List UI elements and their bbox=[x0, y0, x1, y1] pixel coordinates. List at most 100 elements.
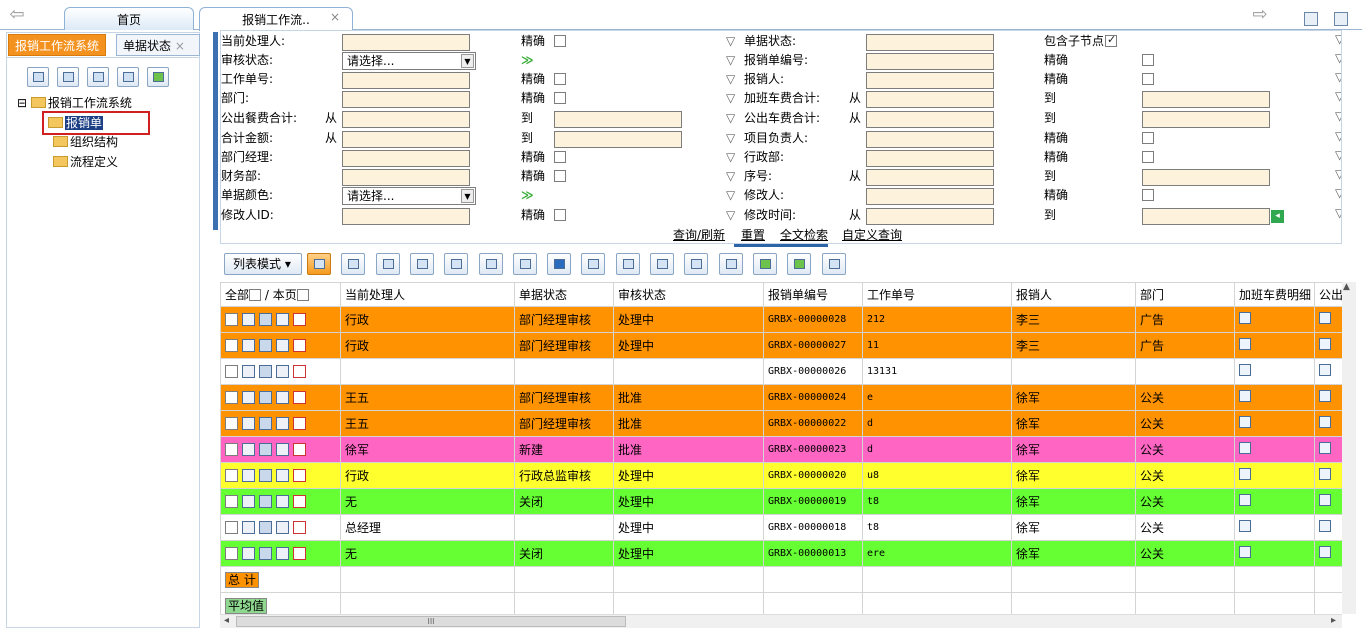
toolbar-add-button[interactable] bbox=[307, 253, 331, 275]
print-icon[interactable] bbox=[259, 312, 272, 326]
print-icon[interactable] bbox=[259, 416, 272, 430]
toolbar-filter-button[interactable] bbox=[650, 253, 674, 275]
print-icon[interactable] bbox=[259, 546, 272, 560]
text-input[interactable] bbox=[866, 131, 994, 148]
back-arrow-icon[interactable]: ⇦ bbox=[6, 5, 28, 25]
table-row[interactable]: 总经理 处理中 GRBX-00000018 t8 徐军 公关 bbox=[220, 514, 1342, 541]
detail-icon[interactable] bbox=[1239, 442, 1251, 454]
print-icon[interactable] bbox=[259, 442, 272, 456]
table-row[interactable]: 无关闭 处理中 GRBX-00000013 ere 徐军 公关 bbox=[220, 540, 1342, 567]
text-input[interactable] bbox=[866, 111, 994, 128]
chevron-down-icon[interactable]: ▼ bbox=[461, 189, 474, 203]
toolbar-step-button[interactable] bbox=[787, 253, 812, 275]
text-input[interactable] bbox=[866, 150, 994, 167]
filter-icon[interactable]: ▽ bbox=[726, 208, 735, 222]
filter-icon[interactable]: ▽ bbox=[1335, 51, 1341, 65]
view-detail-icon[interactable] bbox=[242, 338, 255, 352]
text-input[interactable] bbox=[1142, 169, 1270, 186]
text-input[interactable] bbox=[342, 150, 470, 167]
edit-icon[interactable] bbox=[276, 312, 289, 326]
delete-icon[interactable] bbox=[293, 416, 306, 430]
edit-icon[interactable] bbox=[276, 520, 289, 534]
filter-icon[interactable]: ▽ bbox=[726, 169, 735, 183]
edit-icon[interactable] bbox=[276, 364, 289, 378]
sidebar-save-button[interactable] bbox=[27, 67, 49, 87]
filter-icon[interactable]: ▽ bbox=[1335, 109, 1341, 123]
toolbar-copy-button[interactable] bbox=[375, 253, 400, 275]
text-input[interactable] bbox=[1142, 91, 1270, 108]
tree-item-reimbursement-form[interactable]: 报销单 bbox=[42, 111, 150, 135]
query-refresh-button[interactable]: 查询/刷新 bbox=[673, 228, 725, 242]
select-dropdown[interactable]: 请选择... ▼ bbox=[342, 187, 476, 205]
toolbar-edit-button[interactable] bbox=[341, 253, 366, 275]
delete-icon[interactable] bbox=[293, 494, 306, 508]
col-header-form-number[interactable]: 报销单编号 bbox=[763, 282, 863, 307]
delete-icon[interactable] bbox=[293, 312, 306, 326]
text-input[interactable] bbox=[554, 111, 682, 128]
view-detail-icon[interactable] bbox=[242, 390, 255, 404]
delete-icon[interactable] bbox=[293, 390, 306, 404]
exact-checkbox[interactable] bbox=[554, 209, 566, 221]
edit-icon[interactable] bbox=[276, 546, 289, 560]
delete-icon[interactable] bbox=[293, 468, 306, 482]
panel-splitter[interactable] bbox=[213, 32, 218, 230]
filter-icon[interactable]: ▽ bbox=[1335, 186, 1341, 200]
list-mode-dropdown[interactable]: 列表模式 ▾ bbox=[224, 253, 302, 275]
exact-checkbox[interactable] bbox=[554, 170, 566, 182]
col-header-department[interactable]: 部门 bbox=[1135, 282, 1235, 307]
text-input[interactable] bbox=[342, 131, 470, 148]
col-header-job-number[interactable]: 工作单号 bbox=[862, 282, 1012, 307]
row-checkbox[interactable] bbox=[225, 520, 238, 534]
select-all-checkbox[interactable] bbox=[249, 289, 262, 301]
delete-icon[interactable] bbox=[293, 364, 306, 378]
detail-icon[interactable] bbox=[1239, 390, 1251, 402]
scroll-right-icon[interactable]: ▸ bbox=[1331, 615, 1336, 626]
delete-icon[interactable] bbox=[293, 442, 306, 456]
toolbar-modify-button[interactable] bbox=[444, 253, 469, 275]
view-detail-icon[interactable] bbox=[242, 312, 255, 326]
date-picker-icon[interactable]: ◂ bbox=[1271, 210, 1284, 223]
toolbar-import-button[interactable] bbox=[684, 253, 709, 275]
detail-icon[interactable] bbox=[1319, 338, 1331, 350]
text-input[interactable] bbox=[342, 208, 470, 225]
table-row[interactable]: 行政 部门经理审核 处理中 GRBX-00000027 11 李三 广告 bbox=[220, 332, 1342, 359]
row-checkbox[interactable] bbox=[225, 364, 238, 378]
detail-icon[interactable] bbox=[1239, 520, 1251, 532]
custom-query-button[interactable]: 自定义查询 bbox=[842, 228, 902, 242]
text-input[interactable] bbox=[1142, 111, 1270, 128]
row-checkbox[interactable] bbox=[225, 338, 238, 352]
filter-icon[interactable]: ▽ bbox=[726, 91, 735, 105]
print-icon[interactable] bbox=[259, 468, 272, 482]
col-header-audit-status[interactable]: 审核状态 bbox=[613, 282, 764, 307]
filter-icon[interactable]: ▽ bbox=[1335, 32, 1341, 46]
detail-icon[interactable] bbox=[1319, 468, 1331, 480]
print-icon[interactable] bbox=[259, 364, 272, 378]
row-checkbox[interactable] bbox=[225, 390, 238, 404]
toolbar-image-button[interactable] bbox=[718, 253, 743, 275]
scroll-thumb[interactable]: III bbox=[236, 616, 626, 627]
reset-button[interactable]: 重置 bbox=[741, 228, 765, 242]
sidebar-delete-button[interactable] bbox=[87, 67, 109, 87]
print-icon[interactable] bbox=[259, 390, 272, 404]
sidebar-export-button[interactable] bbox=[117, 67, 139, 87]
calculator-icon[interactable] bbox=[1334, 12, 1348, 26]
filter-icon[interactable]: ▽ bbox=[1335, 70, 1341, 84]
toolbar-export-button[interactable] bbox=[821, 253, 846, 275]
text-input[interactable] bbox=[866, 72, 994, 89]
filter-icon[interactable]: ▽ bbox=[1335, 129, 1341, 143]
view-detail-icon[interactable] bbox=[242, 520, 255, 534]
tree-root[interactable]: ⊟ 报销工作流系统 bbox=[17, 95, 132, 111]
table-row[interactable]: 徐军 新建 批准 GRBX-00000023 d 徐军 公关 bbox=[220, 436, 1342, 463]
text-input[interactable] bbox=[342, 169, 470, 186]
sidebar-tab-document-status[interactable]: 单据状态 × bbox=[116, 34, 200, 56]
select-page-checkbox[interactable] bbox=[296, 289, 309, 301]
tree-collapse-icon[interactable]: ⊟ bbox=[17, 96, 27, 110]
text-input[interactable] bbox=[866, 53, 994, 70]
filter-icon[interactable]: ▽ bbox=[726, 188, 735, 202]
row-checkbox[interactable] bbox=[225, 442, 238, 456]
forward-arrow-icon[interactable]: ⇨ bbox=[1249, 5, 1271, 25]
exact-checkbox[interactable] bbox=[1142, 73, 1154, 85]
row-checkbox[interactable] bbox=[225, 416, 238, 430]
tab-home[interactable]: 首页 bbox=[64, 7, 194, 30]
text-input[interactable] bbox=[866, 34, 994, 51]
